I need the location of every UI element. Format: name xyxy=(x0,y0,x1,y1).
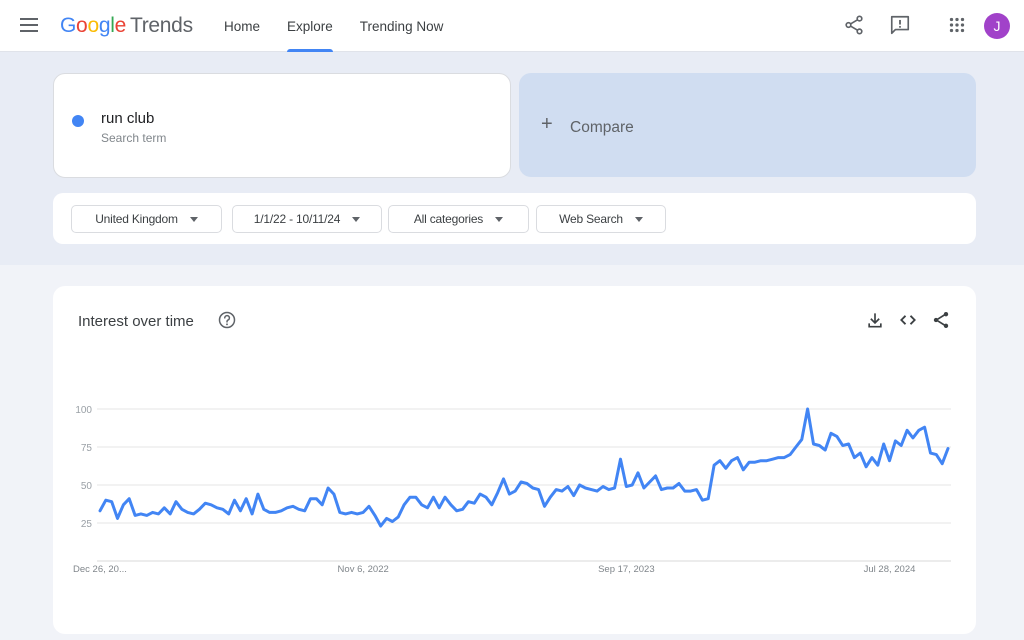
caret-down-icon xyxy=(495,216,504,222)
download-icon[interactable] xyxy=(865,310,885,330)
feedback-icon[interactable] xyxy=(889,14,911,36)
filters-bar: United Kingdom 1/1/22 - 10/11/24 All cat… xyxy=(53,193,976,244)
chart-title: Interest over time xyxy=(78,313,194,330)
nav-home[interactable]: Home xyxy=(224,0,260,52)
search-term-card[interactable]: run club Search term xyxy=(53,73,511,178)
caret-down-icon xyxy=(189,216,198,222)
logo-letter: G xyxy=(60,14,77,37)
apps-icon[interactable] xyxy=(946,14,968,36)
time-range-filter-dropdown[interactable]: 1/1/22 - 10/11/24 xyxy=(232,205,382,233)
account-avatar[interactable]: J xyxy=(984,13,1010,39)
caret-down-icon xyxy=(634,216,643,222)
region-filter-label: United Kingdom xyxy=(95,212,178,226)
search-term-subtitle: Search term xyxy=(101,131,167,145)
compare-button[interactable]: + Compare xyxy=(519,73,976,177)
nav-trending-now[interactable]: Trending Now xyxy=(360,0,444,52)
logo-trends-text: Trends xyxy=(129,14,193,37)
embed-icon[interactable] xyxy=(898,310,918,330)
help-icon[interactable] xyxy=(217,310,237,330)
share-icon[interactable] xyxy=(931,310,951,330)
plus-icon: + xyxy=(541,113,553,135)
term-color-dot xyxy=(72,115,84,127)
menu-icon[interactable] xyxy=(20,18,38,32)
logo-letter: o xyxy=(76,14,88,37)
logo-letter: o xyxy=(87,14,99,37)
search-type-filter-dropdown[interactable]: Web Search xyxy=(536,205,666,233)
category-filter-dropdown[interactable]: All categories xyxy=(388,205,529,233)
time-range-filter-label: 1/1/22 - 10/11/24 xyxy=(253,212,341,226)
logo-letter: g xyxy=(98,14,111,37)
caret-down-icon xyxy=(352,216,361,222)
share-icon[interactable] xyxy=(843,14,865,36)
region-filter-dropdown[interactable]: United Kingdom xyxy=(71,205,222,233)
main-nav: Home Explore Trending Now xyxy=(224,0,470,52)
compare-label: Compare xyxy=(570,119,634,136)
logo-letter: e xyxy=(114,14,127,37)
google-trends-logo[interactable]: Google Trends xyxy=(60,14,193,38)
interest-over-time-card: Interest over time xyxy=(53,286,976,634)
top-app-bar: Google Trends Home Explore Trending Now J xyxy=(0,0,1024,52)
nav-explore[interactable]: Explore xyxy=(287,0,333,52)
search-term-text[interactable]: run club xyxy=(101,110,154,127)
category-filter-label: All categories xyxy=(413,212,484,226)
search-type-filter-label: Web Search xyxy=(559,212,623,226)
